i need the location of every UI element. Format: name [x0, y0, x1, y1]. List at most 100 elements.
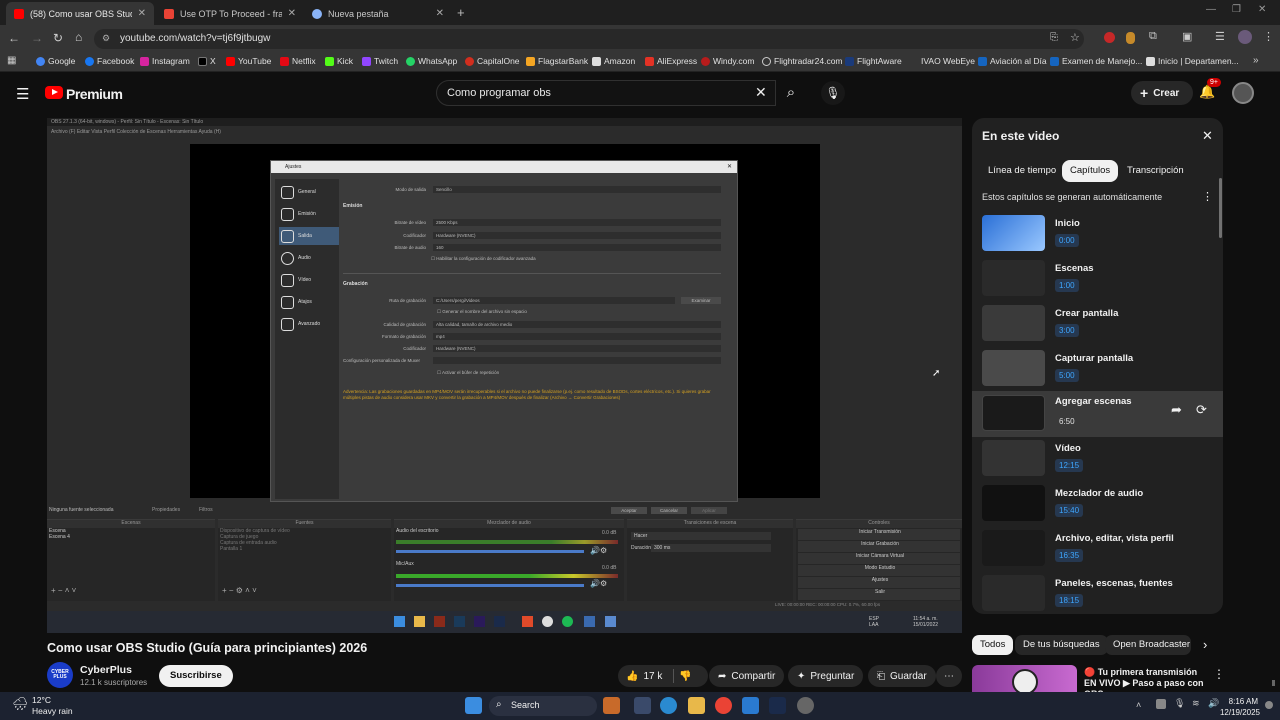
window-close-button[interactable]: ✕	[1258, 4, 1266, 15]
menu-dots-icon[interactable]: ⋮	[1263, 30, 1274, 43]
settings-item-salida[interactable]: Salida	[279, 227, 339, 245]
speaker-icon[interactable]: 🔊⚙	[590, 579, 607, 588]
copilot-icon[interactable]	[660, 697, 677, 714]
settings-item-audio[interactable]: Audio	[279, 249, 339, 267]
muxer-input[interactable]	[433, 357, 721, 364]
more-actions-button[interactable]: ⋯	[936, 665, 962, 687]
close-icon[interactable]: ✕	[138, 8, 146, 19]
speaker-icon[interactable]: 🔊⚙	[590, 546, 607, 555]
youtube-logo-icon[interactable]	[45, 86, 63, 99]
volume-slider[interactable]	[396, 550, 584, 553]
audio-bitrate-select[interactable]: 160	[433, 244, 721, 251]
chevron-right-icon[interactable]: ›	[1203, 637, 1207, 652]
home-icon[interactable]: ⌂	[75, 30, 82, 44]
studio-mode-button[interactable]: Modo Estudio	[798, 565, 960, 576]
more-bookmarks-icon[interactable]: »	[1253, 55, 1259, 66]
start-streaming-button[interactable]: Iniciar Transmisión	[798, 529, 960, 540]
tray-app-icon[interactable]	[1156, 699, 1166, 709]
extension-icon[interactable]	[1104, 32, 1115, 43]
taskbar-search[interactable]: ⌕ Search	[489, 696, 597, 716]
bookmark-departamento[interactable]: Inicio | Departamen...	[1146, 56, 1239, 66]
panel-scrollbar[interactable]	[1219, 178, 1222, 238]
tray-chevron-icon[interactable]: ˄	[1136, 700, 1141, 710]
file-explorer-icon[interactable]	[688, 697, 705, 714]
settings-item-video[interactable]: Vídeo	[279, 271, 339, 289]
bookmark-twitch[interactable]: Twitch	[362, 56, 398, 66]
source-item[interactable]: Pantalla 1	[218, 546, 391, 552]
scene-controls[interactable]: + − ˄ ˅	[51, 586, 76, 595]
bookmark-amazon[interactable]: Amazon	[592, 56, 635, 66]
reload-icon[interactable]: ↻	[53, 31, 63, 45]
rec-encoder-select[interactable]: Hardware (NVENC)	[433, 345, 721, 352]
dislike-button[interactable]: 👎	[679, 671, 691, 682]
bookmark-ivao[interactable]: IVAO WebEye	[921, 56, 975, 66]
page-scrollbar[interactable]	[1272, 680, 1275, 686]
bookmark-youtube[interactable]: YouTube	[226, 56, 271, 66]
hamburger-menu-icon[interactable]: ☰	[16, 85, 29, 103]
notification-icon[interactable]	[1265, 701, 1273, 709]
bookmark-x[interactable]: X	[198, 56, 216, 66]
premium-logo-text[interactable]: Premium	[66, 86, 123, 102]
subscribe-button[interactable]: Suscribirse	[159, 665, 233, 687]
site-info-icon[interactable]: ⚙	[102, 33, 110, 44]
search-button[interactable]: ⌕	[776, 80, 806, 106]
wifi-icon[interactable]: ≋	[1192, 698, 1200, 709]
quality-select[interactable]: Alta calidad, tamaño de archivo medio	[433, 321, 721, 328]
create-button[interactable]: + Crear	[1131, 81, 1193, 105]
filter-chip-obs[interactable]: Open Broadcaster	[1105, 635, 1191, 655]
app-icon[interactable]	[603, 697, 620, 714]
account-avatar[interactable]	[1232, 82, 1254, 104]
chapter-item[interactable]: Archivo, editar, vista perfil 16:35	[972, 528, 1223, 573]
bookmark-capitalone[interactable]: CapitalOne	[465, 56, 520, 66]
format-select[interactable]: mp4	[433, 333, 721, 340]
settings-button[interactable]: Ajustes	[798, 577, 960, 588]
voice-search-icon[interactable]: 🎙	[821, 81, 845, 105]
chapter-item[interactable]: Capturar pantalla 5:00	[972, 348, 1223, 393]
settings-item-avanzado[interactable]: Avanzado	[279, 315, 339, 333]
volume-slider[interactable]	[396, 584, 584, 587]
apps-grid-icon[interactable]: ▦	[7, 55, 16, 66]
url-input[interactable]: ⚙ youtube.com/watch?v=tj6f9jtbugw ⎘ ☆	[94, 29, 1084, 49]
clock-date[interactable]: 12/19/2025	[1216, 708, 1260, 717]
profile-avatar[interactable]	[1238, 30, 1252, 44]
start-recording-button[interactable]: Iniciar Grabación	[798, 541, 960, 552]
chapter-item[interactable]: Mezclador de audio 15:40	[972, 483, 1223, 528]
duration-input[interactable]: 300 ms	[651, 544, 771, 552]
chapter-item[interactable]: Crear pantalla 3:00	[972, 303, 1223, 348]
windows-start-icon[interactable]	[465, 697, 482, 714]
chapter-item[interactable]: Inicio 0:00	[972, 213, 1223, 258]
tab-gmail[interactable]: Use OTP To Proceed - franjaen ✕	[156, 2, 304, 25]
path-input[interactable]: C:/Users/pergi/Videos	[433, 297, 675, 304]
source-controls[interactable]: + − ⚙ ˄ ˅	[222, 586, 257, 595]
chip-transcript[interactable]: Transcripción	[1119, 160, 1192, 182]
tab-search-icon[interactable]: ☰	[1215, 30, 1225, 43]
properties-button[interactable]: Propiedades	[152, 507, 180, 513]
ask-button[interactable]: ✦ Preguntar	[788, 665, 864, 687]
close-icon[interactable]: ✕	[436, 8, 444, 19]
channel-name[interactable]: CyberPlus	[80, 664, 132, 676]
search-input[interactable]: Como programar obs	[436, 80, 776, 106]
settings-item-general[interactable]: General	[279, 183, 339, 201]
bookmark-flightaware[interactable]: FlightAware	[845, 56, 902, 66]
minimize-button[interactable]: —	[1206, 4, 1216, 15]
bookmark-google[interactable]: Google	[36, 56, 75, 66]
bookmark-star-icon[interactable]: ☆	[1070, 31, 1080, 44]
obs-icon[interactable]	[797, 697, 814, 714]
virtual-camera-button[interactable]: Iniciar Cámara Virtual	[798, 553, 960, 564]
filter-chip-searches[interactable]: De tus búsquedas	[1015, 635, 1108, 655]
bookmark-examen[interactable]: Examen de Manejo...	[1050, 56, 1142, 66]
close-icon[interactable]: ✕	[727, 163, 732, 170]
bookmark-aviacion[interactable]: Aviación al Día	[978, 56, 1047, 66]
recommendation-thumbnail[interactable]	[972, 665, 1077, 692]
back-icon[interactable]: ←	[8, 31, 20, 45]
video-player[interactable]: OBS 27.1.3 (64-bit, windows) - Perfil: S…	[47, 118, 962, 633]
outlook-icon[interactable]	[742, 697, 759, 714]
share-button[interactable]: ➦ Compartir	[709, 665, 785, 687]
filter-chip-all[interactable]: Todos	[972, 635, 1014, 655]
replay-checkbox[interactable]: ☐ Activar el búfer de repetición	[437, 370, 499, 376]
output-mode-select[interactable]: Sencillo	[433, 186, 721, 193]
close-panel-icon[interactable]: ✕	[1202, 128, 1213, 144]
bookmark-flightradar[interactable]: Flightradar24.com	[762, 56, 843, 66]
tab-youtube[interactable]: (58) Como usar OBS Studio (Gu ✕	[6, 2, 154, 25]
chapter-item[interactable]: Escenas 1:00	[972, 258, 1223, 303]
